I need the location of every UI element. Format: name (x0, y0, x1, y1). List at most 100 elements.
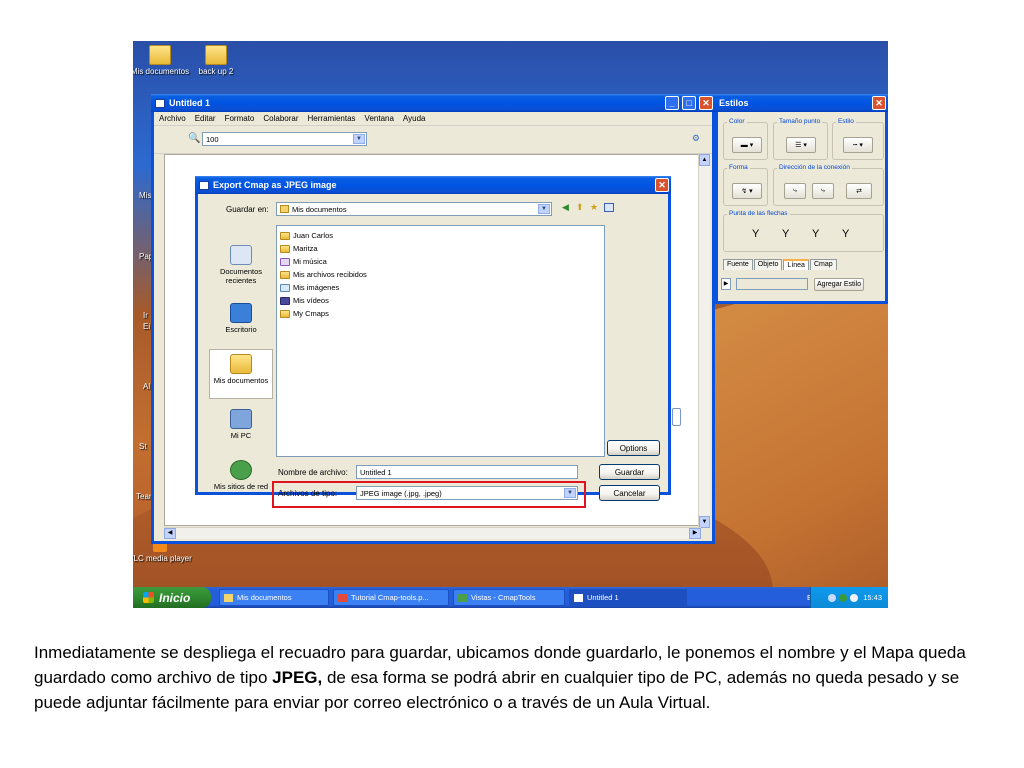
back-icon[interactable]: ◀ (562, 202, 569, 213)
places-my-documents[interactable]: Mis documentos (209, 349, 273, 399)
task-label: Untitled 1 (587, 593, 619, 602)
group-label: Color (727, 118, 747, 125)
places-label: Documentos recientes (219, 267, 263, 285)
menu-archivo[interactable]: Archivo (159, 114, 186, 123)
new-folder-icon[interactable]: ★ (590, 202, 598, 213)
cmaptools-icon (458, 593, 467, 602)
file-name: Mis imágenes (293, 283, 340, 292)
chevron-down-icon: ▼ (538, 204, 550, 214)
list-item[interactable]: Mis archivos recibidos (280, 268, 604, 281)
arrowhead-option-icon[interactable]: Y (812, 228, 819, 240)
zoom-select[interactable]: 100 ▼ (202, 132, 367, 146)
group-label: Punta de las flechas (727, 210, 790, 217)
scroll-up-icon[interactable]: ▲ (699, 154, 710, 166)
group-label: Tamaño punto (777, 118, 823, 125)
line-thickness-button[interactable]: ☰ ▾ (786, 137, 816, 153)
file-list[interactable]: Juan Carlos Maritza Mi música Mis archiv… (276, 225, 605, 457)
options-button[interactable]: Options (607, 440, 660, 456)
menu-ventana[interactable]: Ventana (365, 114, 394, 123)
arrowhead-option-icon[interactable]: Y (752, 228, 759, 240)
save-in-select[interactable]: Mis documentos ▼ (276, 202, 552, 216)
direction-option-icon[interactable]: ⤷ (784, 183, 806, 199)
arrowhead-option-icon[interactable]: Y (782, 228, 789, 240)
color-group: Color ▬ ▾ (723, 118, 768, 160)
group-label: Dirección de la conexión (777, 164, 852, 171)
list-item[interactable]: Mis imágenes (280, 281, 604, 294)
file-name: Mis archivos recibidos (293, 270, 367, 279)
view-menu-icon[interactable] (604, 203, 614, 212)
tray-app-icon[interactable] (828, 593, 837, 602)
arrowhead-option-icon[interactable]: Y (842, 228, 849, 240)
system-tray: 15:43 (810, 587, 888, 608)
direction-option-icon[interactable]: ⤷ (812, 183, 834, 199)
list-item[interactable]: Mi música (280, 255, 604, 268)
direction-option-icon[interactable]: ⇄ (846, 183, 872, 199)
task-untitled[interactable]: Untitled 1 (569, 589, 687, 606)
up-folder-icon[interactable]: ⬆ (576, 202, 584, 213)
chevron-down-icon: ▼ (353, 134, 365, 144)
menu-herramientas[interactable]: Herramientas (308, 114, 356, 123)
folder-icon (224, 593, 233, 602)
export-dialog: Export Cmap as JPEG image ✕ Guardar en: … (195, 176, 671, 508)
places-network[interactable]: Mis sitios de red (209, 460, 273, 491)
tab-linea[interactable]: Línea (783, 259, 809, 270)
add-style-button[interactable]: Agregar Estilo (814, 278, 864, 291)
tray-app-icon[interactable] (839, 593, 848, 602)
file-name: Mi música (293, 257, 327, 266)
maximize-button[interactable]: □ (682, 96, 696, 110)
folder-icon (280, 309, 290, 318)
close-button[interactable]: ✕ (655, 178, 669, 192)
cmap-app-icon (574, 593, 583, 602)
menu-formato[interactable]: Formato (225, 114, 255, 123)
task-tutorial[interactable]: Tutorial Cmap-tools.p... (333, 589, 449, 606)
list-item[interactable]: Maritza (280, 242, 604, 255)
list-item[interactable]: My Cmaps (280, 307, 604, 320)
folder-icon (205, 45, 227, 65)
save-button[interactable]: Guardar (599, 464, 660, 480)
filetype-select[interactable]: JPEG image (.jpg, .jpeg) ▼ (356, 486, 578, 500)
minimize-button[interactable]: _ (665, 96, 679, 110)
computer-icon (230, 409, 252, 429)
tab-cmap[interactable]: Cmap (809, 259, 837, 270)
concept-node-partial[interactable] (672, 408, 681, 426)
menu-colaborar[interactable]: Colaborar (263, 114, 298, 123)
places-label: Escritorio (225, 325, 257, 334)
filename-input[interactable]: Untitled 1 (356, 465, 578, 479)
scroll-left-icon[interactable]: ◀ (164, 528, 176, 539)
tab-fuente[interactable]: Fuente (723, 259, 753, 270)
arrowheads-group: Punta de las flechas Y Y Y Y (723, 210, 884, 252)
places-desktop[interactable]: Escritorio (209, 303, 273, 334)
line-style-button[interactable]: ┅ ▾ (843, 137, 873, 153)
link-icon[interactable]: ⚙ (692, 133, 700, 144)
task-mis-documentos[interactable]: Mis documentos (219, 589, 329, 606)
places-my-computer[interactable]: Mi PC (209, 409, 273, 440)
task-vistas[interactable]: Vistas - CmapTools (453, 589, 565, 606)
file-name: Maritza (293, 244, 318, 253)
play-icon[interactable]: ▶ (721, 278, 731, 290)
estilos-titlebar[interactable]: Estilos ✕ (715, 94, 888, 112)
places-label: Mis sitios de red (213, 482, 269, 491)
export-dialog-titlebar[interactable]: Export Cmap as JPEG image ✕ (195, 176, 671, 194)
desktop-icon-fragment: Mis (139, 191, 152, 200)
list-item[interactable]: Juan Carlos (280, 229, 604, 242)
tray-app-icon[interactable] (850, 593, 859, 602)
start-button[interactable]: Inicio (133, 587, 211, 608)
close-button[interactable]: ✕ (699, 96, 713, 110)
cmap-app-icon (155, 98, 165, 108)
shape-button[interactable]: ↯ ▾ (732, 183, 762, 199)
menu-ayuda[interactable]: Ayuda (403, 114, 426, 123)
places-recent[interactable]: Documentos recientes (209, 245, 273, 285)
close-button[interactable]: ✕ (872, 96, 886, 110)
chevron-down-icon: ▼ (564, 488, 576, 498)
tab-objeto[interactable]: Objeto (753, 259, 783, 270)
cmap-window-titlebar[interactable]: Untitled 1 _ □ ✕ (151, 94, 715, 112)
cancel-button[interactable]: Cancelar (599, 485, 660, 501)
horizontal-scrollbar[interactable]: ◀ ▶ (164, 527, 701, 539)
color-picker-button[interactable]: ▬ ▾ (732, 137, 762, 153)
menu-editar[interactable]: Editar (195, 114, 216, 123)
desktop-icon-backup[interactable]: back up 2 (181, 45, 251, 76)
list-item[interactable]: Mis vídeos (280, 294, 604, 307)
style-name-field[interactable] (736, 278, 808, 290)
scroll-right-icon[interactable]: ▶ (689, 528, 701, 539)
vertical-scrollbar[interactable]: ▲ ▼ (698, 154, 710, 528)
